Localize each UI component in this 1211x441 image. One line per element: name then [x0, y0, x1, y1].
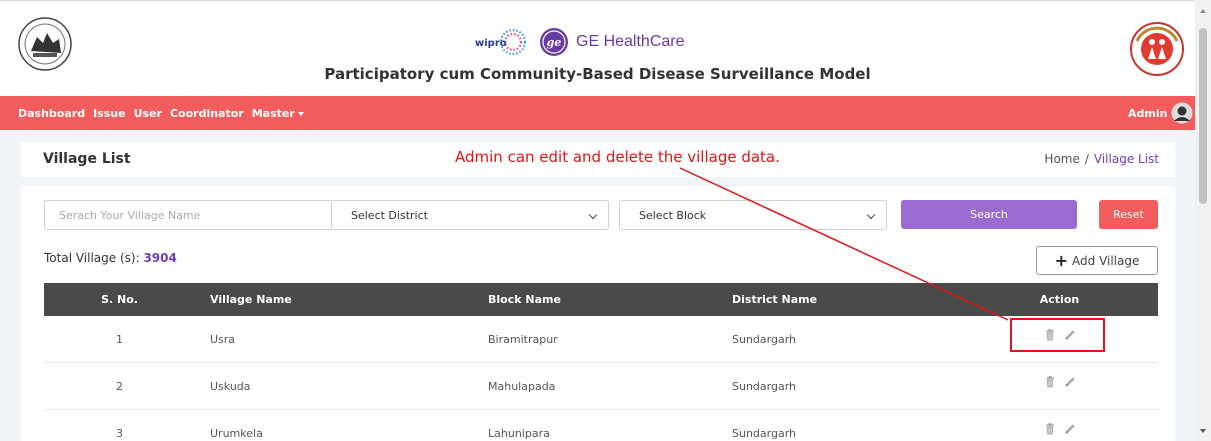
column-header-village: Village Name	[210, 293, 292, 306]
nav-coordinator[interactable]: Coordinator	[170, 107, 244, 120]
column-header-block: Block Name	[488, 293, 561, 306]
page-title: Village List	[43, 151, 131, 167]
main-navbar: Dashboard Issue User Coordinator Master …	[0, 96, 1195, 130]
user-menu[interactable]: Admin	[1128, 96, 1193, 130]
cell-actions	[961, 363, 1158, 409]
nav-issue[interactable]: Issue	[93, 107, 125, 120]
village-table: S. No. Village Name Block Name District …	[44, 283, 1158, 441]
avatar	[1171, 102, 1193, 124]
nav-master-dropdown[interactable]: Master	[252, 107, 304, 120]
column-header-district: District Name	[732, 293, 818, 306]
nav-user[interactable]: User	[134, 107, 162, 120]
cell-village: Urumkela	[210, 426, 263, 440]
page-scrollbar[interactable]	[1195, 0, 1211, 441]
svg-text:ge: ge	[547, 36, 562, 49]
village-list-card: Select District Select Block Search Rese…	[21, 186, 1175, 441]
trash-icon[interactable]	[1044, 423, 1056, 435]
cell-block: Mahulapada	[488, 379, 556, 393]
table-row: 1 Usra Biramitrapur Sundargarh	[44, 316, 1158, 363]
add-village-label: Add Village	[1072, 253, 1140, 268]
annotation-text: Admin can edit and delete the village da…	[455, 148, 780, 166]
wipro-logo: wipro	[475, 28, 527, 56]
chevron-down-icon	[866, 210, 876, 220]
national-health-mission-logo	[1130, 22, 1184, 76]
chevron-down-icon	[588, 210, 598, 220]
cell-district: Sundargarh	[732, 426, 797, 440]
cell-district: Sundargarh	[732, 379, 797, 393]
cell-village: Usra	[210, 332, 236, 346]
search-button[interactable]: Search	[901, 200, 1077, 229]
caret-down-icon	[297, 111, 304, 116]
cell-block: Lahunipara	[488, 426, 550, 440]
trash-icon[interactable]	[1044, 376, 1056, 388]
block-select-value: Select Block	[639, 208, 707, 222]
add-village-button[interactable]: + Add Village	[1036, 246, 1158, 275]
table-row: 3 Urumkela Lahunipara Sundargarh	[44, 410, 1158, 441]
breadcrumb: Home / Village List	[1044, 152, 1159, 166]
site-title: Participatory cum Community-Based Diseas…	[324, 65, 871, 83]
annotation-highlight-box	[1010, 318, 1105, 352]
district-select[interactable]: Select District	[331, 200, 609, 230]
site-header: wipro ge GE HealthCare Participatory cum…	[0, 0, 1195, 96]
table-row: 2 Uskuda Mahulapada Sundargarh	[44, 363, 1158, 410]
breadcrumb-home[interactable]: Home	[1044, 152, 1079, 166]
column-header-action: Action	[1039, 293, 1080, 306]
reset-button[interactable]: Reset	[1099, 200, 1158, 229]
total-label: Total Village (s):	[44, 251, 140, 265]
ge-healthcare-name: GE HealthCare	[576, 33, 685, 50]
cell-block: Biramitrapur	[488, 332, 558, 346]
nav-master-label: Master	[251, 106, 295, 120]
scroll-up-arrow-icon[interactable]	[1200, 9, 1206, 13]
cell-village: Uskuda	[210, 379, 251, 393]
sponsor-brands: wipro ge GE HealthCare	[473, 25, 685, 59]
total-value: 3904	[143, 251, 177, 265]
district-select-value: Select District	[351, 208, 428, 222]
edit-pencil-icon[interactable]	[1064, 423, 1076, 435]
svg-text:wipro: wipro	[475, 38, 507, 49]
scroll-down-arrow-icon[interactable]	[1200, 429, 1206, 433]
scrollbar-thumb[interactable]	[1199, 28, 1207, 204]
cell-district: Sundargarh	[732, 332, 797, 346]
user-menu-label: Admin	[1128, 106, 1168, 120]
breadcrumb-separator: /	[1084, 152, 1089, 166]
cell-actions	[961, 410, 1158, 441]
block-select[interactable]: Select Block	[619, 200, 887, 230]
column-header-sno: S. No.	[101, 293, 138, 306]
plus-icon: +	[1054, 251, 1069, 270]
edit-pencil-icon[interactable]	[1064, 376, 1076, 388]
cell-sno: 3	[116, 426, 123, 440]
nav-dashboard[interactable]: Dashboard	[18, 107, 85, 120]
breadcrumb-current: Village List	[1093, 152, 1159, 166]
cell-sno: 1	[116, 332, 123, 346]
village-search-input[interactable]	[44, 200, 333, 230]
cell-sno: 2	[116, 379, 123, 393]
total-village-count: Total Village (s): 3904	[44, 251, 177, 265]
ge-healthcare-logo: ge	[540, 28, 568, 56]
table-header: S. No. Village Name Block Name District …	[44, 283, 1158, 316]
